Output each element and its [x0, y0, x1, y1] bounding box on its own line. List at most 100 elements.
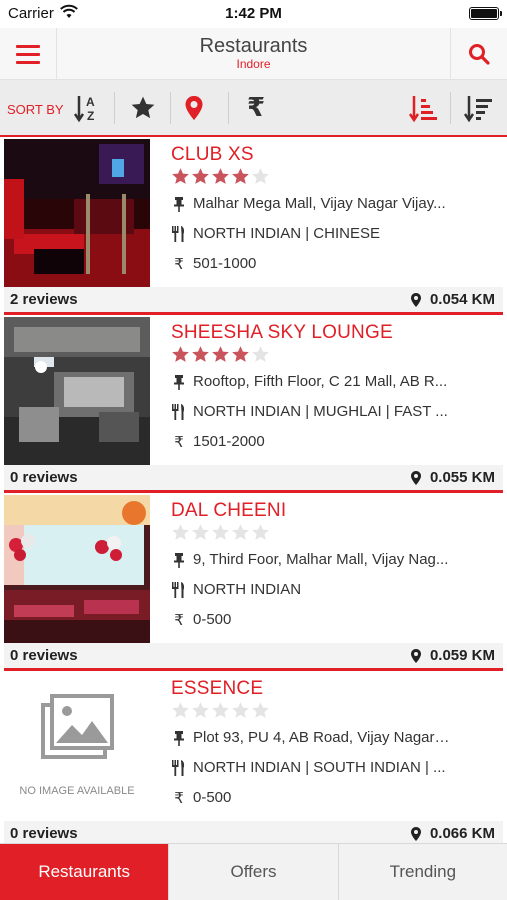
- tab-restaurants[interactable]: Restaurants: [0, 844, 170, 900]
- tab-trending[interactable]: Trending: [339, 844, 507, 900]
- restaurant-price: 0-500: [193, 789, 232, 806]
- city-subtitle: Indore: [236, 57, 271, 71]
- sort-distance-button[interactable]: [171, 80, 216, 135]
- star-empty-icon: [192, 524, 209, 540]
- restaurant-address: 9, Third Foor, Malhar Mall, Vijay Nag...: [193, 551, 449, 568]
- restaurant-address: Plot 93, PU 4, AB Road, Vijay Nagar ...: [193, 729, 451, 746]
- sort-alpha-button[interactable]: A Z: [62, 80, 114, 135]
- sort-az-icon: A Z: [73, 95, 95, 123]
- pin-icon: [171, 552, 187, 568]
- location-pin-icon: [185, 95, 202, 120]
- menu-button[interactable]: [0, 28, 57, 80]
- review-count[interactable]: 0 reviews: [10, 647, 78, 664]
- star-filled-icon: [172, 168, 189, 184]
- star-empty-icon: [192, 702, 209, 718]
- no-image-placeholder: NO IMAGE AVAILABLE: [4, 673, 150, 821]
- nav-bar: Restaurants Indore: [0, 28, 507, 80]
- restaurant-photo: [4, 317, 150, 465]
- card-footer: 0 reviews 0.055 KM: [4, 465, 503, 493]
- sort-by-label: SORT BY: [7, 102, 64, 117]
- restaurant-card[interactable]: NO IMAGE AVAILABLE ESSENCE Plot 93, PU 4…: [0, 671, 507, 849]
- restaurant-name[interactable]: ESSENCE: [171, 678, 263, 700]
- star-filled-icon: [192, 168, 209, 184]
- bottom-tab-bar: Restaurants Offers Trending: [0, 843, 507, 900]
- tab-offers[interactable]: Offers: [169, 844, 339, 900]
- cuisine-row: NORTH INDIAN | CHINESE: [171, 225, 451, 242]
- sort-price-button[interactable]: ₹: [236, 80, 276, 135]
- location-pin-icon: [410, 648, 421, 663]
- rating-stars: [171, 345, 270, 364]
- restaurant-cuisine: NORTH INDIAN | MUGHLAI | FAST ...: [193, 403, 448, 420]
- cuisine-row: NORTH INDIAN | MUGHLAI | FAST ...: [171, 403, 451, 420]
- sort-descending-icon: [463, 95, 492, 122]
- divider: [450, 92, 451, 124]
- address-row: Rooftop, Fifth Floor, C 21 Mall, AB R...: [171, 373, 451, 390]
- star-empty-icon: [252, 524, 269, 540]
- sort-bar: SORT BY A Z ₹: [0, 80, 507, 137]
- no-image-caption: NO IMAGE AVAILABLE: [19, 785, 135, 797]
- star-empty-icon: [252, 702, 269, 718]
- rupee-icon: ₹: [246, 92, 266, 123]
- star-filled-icon: [212, 168, 229, 184]
- review-count[interactable]: 0 reviews: [10, 469, 78, 486]
- rating-stars: [171, 523, 270, 542]
- status-bar: Carrier 1:42 PM: [0, 0, 507, 28]
- restaurant-name[interactable]: SHEESHA SKY LOUNGE: [171, 322, 393, 344]
- rating-stars: [171, 701, 270, 720]
- fork-knife-icon: [171, 581, 187, 598]
- search-button[interactable]: [450, 28, 507, 80]
- star-empty-icon: [232, 524, 249, 540]
- star-filled-icon: [192, 346, 209, 362]
- restaurant-card[interactable]: SHEESHA SKY LOUNGE Rooftop, Fifth Floor,…: [0, 315, 507, 493]
- rupee-icon: ₹: [174, 255, 184, 272]
- restaurant-price: 501-1000: [193, 255, 257, 272]
- location-pin-icon: [410, 470, 421, 485]
- pin-icon: [171, 196, 187, 212]
- fork-knife-icon: [171, 759, 187, 776]
- divider: [228, 92, 229, 124]
- restaurant-photo: [4, 495, 150, 643]
- card-footer: 0 reviews 0.059 KM: [4, 643, 503, 671]
- distance-value: 0.055 KM: [429, 469, 495, 486]
- pin-icon: [171, 730, 187, 746]
- restaurant-name[interactable]: DAL CHEENI: [171, 500, 286, 522]
- card-footer: 2 reviews 0.054 KM: [4, 287, 503, 315]
- restaurant-card[interactable]: CLUB XS Malhar Mega Mall, Vijay Nagar Vi…: [0, 137, 507, 315]
- rating-stars: [171, 167, 270, 186]
- star-empty-icon: [252, 168, 269, 184]
- star-filled-icon: [232, 168, 249, 184]
- search-icon: [469, 44, 490, 65]
- image-placeholder-icon: [41, 694, 114, 759]
- restaurant-cuisine: NORTH INDIAN | SOUTH INDIAN | ...: [193, 759, 446, 776]
- review-count[interactable]: 0 reviews: [10, 825, 78, 842]
- price-row: ₹ 501-1000: [171, 255, 451, 272]
- fork-knife-icon: [171, 403, 187, 420]
- star-empty-icon: [172, 524, 189, 540]
- restaurant-card[interactable]: DAL CHEENI 9, Third Foor, Malhar Mall, V…: [0, 493, 507, 671]
- star-icon: [131, 96, 154, 118]
- star-empty-icon: [212, 702, 229, 718]
- rupee-icon: ₹: [174, 433, 184, 450]
- restaurant-photo: [4, 139, 150, 287]
- star-empty-icon: [172, 702, 189, 718]
- star-empty-icon: [232, 702, 249, 718]
- location-pin-icon: [410, 826, 421, 841]
- page-title-block: Restaurants Indore: [57, 35, 450, 71]
- distance: 0.066 KM: [410, 825, 495, 842]
- page-title: Restaurants: [199, 35, 308, 57]
- svg-text:Z: Z: [87, 109, 94, 123]
- restaurant-price: 0-500: [193, 611, 232, 628]
- review-count[interactable]: 2 reviews: [10, 291, 78, 308]
- address-row: Plot 93, PU 4, AB Road, Vijay Nagar ...: [171, 729, 451, 746]
- distance: 0.059 KM: [410, 647, 495, 664]
- restaurant-name[interactable]: CLUB XS: [171, 144, 254, 166]
- restaurant-address: Malhar Mega Mall, Vijay Nagar Vijay...: [193, 195, 446, 212]
- rupee-icon: ₹: [174, 789, 184, 806]
- sort-descending-button[interactable]: [455, 80, 501, 135]
- sort-ascending-button[interactable]: [400, 80, 446, 135]
- star-filled-icon: [172, 346, 189, 362]
- address-row: Malhar Mega Mall, Vijay Nagar Vijay...: [171, 195, 451, 212]
- restaurant-price: 1501-2000: [193, 433, 265, 450]
- hamburger-icon: [16, 44, 40, 48]
- sort-rating-button[interactable]: [115, 80, 170, 135]
